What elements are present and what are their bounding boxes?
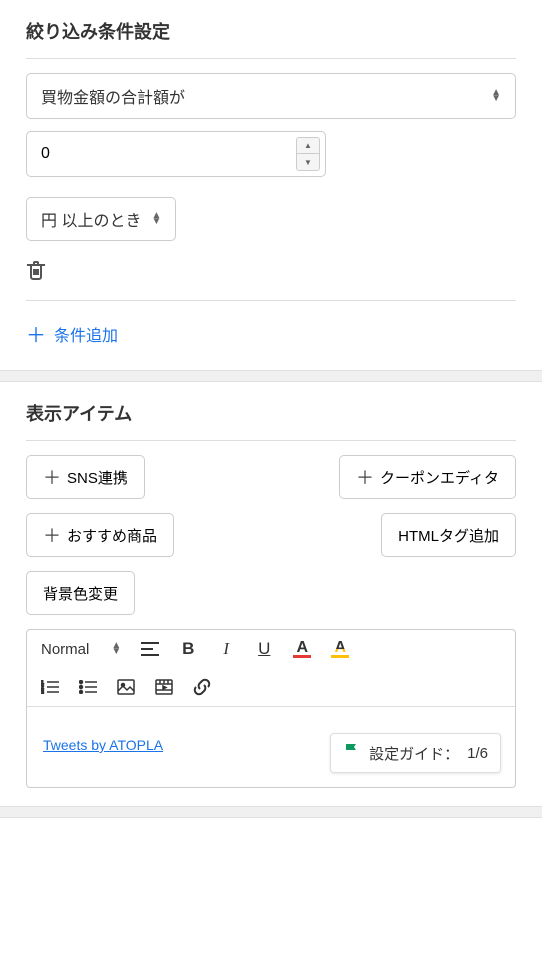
sns-button[interactable]: ＋ SNS連携	[26, 455, 145, 499]
amount-input-wrapper: ▲ ▼	[26, 131, 326, 177]
total-amount-select[interactable]: 買物金額の合計額が ▲▼	[26, 73, 516, 119]
divider	[26, 58, 516, 59]
delete-icon[interactable]	[26, 259, 516, 286]
display-title: 表示アイテム	[26, 400, 516, 426]
sort-icon: ▲▼	[491, 90, 501, 102]
bg-color-icon[interactable]: A	[331, 640, 349, 658]
format-label: Normal	[41, 641, 89, 658]
text-color-icon[interactable]: A	[293, 640, 311, 658]
display-section: 表示アイテム ＋ SNS連携 ＋ クーポンエディタ ＋ おすすめ商品 HTMLタ…	[0, 382, 542, 806]
format-select[interactable]: Normal ▲▼	[41, 641, 121, 658]
sns-label: SNS連携	[67, 467, 128, 488]
toolbar-row-2: 123	[41, 678, 501, 696]
guide-label: 設定ガイド：	[369, 743, 459, 764]
button-row-3: 背景色変更	[26, 571, 516, 615]
spinner-down[interactable]: ▼	[297, 154, 319, 170]
add-condition-label: 条件追加	[54, 322, 118, 346]
editor-container: Normal ▲▼ B I U A A 123	[26, 629, 516, 788]
html-tag-label: HTMLタグ追加	[398, 525, 499, 546]
sort-icon: ▲▼	[111, 643, 121, 655]
spinner-up[interactable]: ▲	[297, 138, 319, 154]
italic-icon[interactable]: I	[217, 640, 235, 658]
bullet-list-icon[interactable]	[79, 678, 97, 696]
video-icon[interactable]	[155, 678, 173, 696]
tweet-link[interactable]: Tweets by ATOPLA	[43, 737, 163, 753]
bg-color-label: 背景色変更	[43, 583, 118, 604]
section-gap-bottom	[0, 806, 542, 818]
svg-text:3: 3	[41, 690, 44, 694]
underline-icon[interactable]: U	[255, 640, 273, 658]
ordered-list-icon[interactable]: 123	[41, 678, 59, 696]
flag-icon	[343, 742, 361, 764]
sort-icon: ▲▼	[151, 213, 161, 225]
recommend-label: おすすめ商品	[67, 525, 157, 546]
guide-badge[interactable]: 設定ガイド： 1/6	[330, 733, 501, 773]
coupon-label: クーポンエディタ	[380, 467, 499, 488]
add-condition-button[interactable]: ＋ 条件追加	[26, 315, 516, 352]
button-row-2: ＋ おすすめ商品 HTMLタグ追加	[26, 513, 516, 557]
plus-icon: ＋	[356, 464, 374, 490]
plus-icon: ＋	[43, 464, 61, 490]
editor-toolbar: Normal ▲▼ B I U A A 123	[27, 630, 515, 707]
divider	[26, 440, 516, 441]
bold-icon[interactable]: B	[179, 640, 197, 658]
divider	[26, 300, 516, 301]
plus-icon: ＋	[26, 319, 46, 348]
number-spinner: ▲ ▼	[296, 137, 320, 171]
recommend-button[interactable]: ＋ おすすめ商品	[26, 513, 174, 557]
guide-progress: 1/6	[467, 745, 488, 762]
editor-content[interactable]: Tweets by ATOPLA 設定ガイド： 1/6	[27, 707, 515, 787]
link-icon[interactable]	[193, 678, 211, 696]
coupon-button[interactable]: ＋ クーポンエディタ	[339, 455, 516, 499]
plus-icon: ＋	[43, 522, 61, 548]
amount-input[interactable]	[26, 131, 326, 177]
currency-condition-select[interactable]: 円 以上のとき ▲▼	[26, 197, 176, 241]
currency-condition-label: 円 以上のとき	[41, 207, 141, 231]
bg-color-button[interactable]: 背景色変更	[26, 571, 135, 615]
html-tag-button[interactable]: HTMLタグ追加	[381, 513, 516, 557]
filter-title: 絞り込み条件設定	[26, 18, 516, 44]
align-icon[interactable]	[141, 640, 159, 658]
total-amount-label: 買物金額の合計額が	[41, 84, 185, 108]
button-row-1: ＋ SNS連携 ＋ クーポンエディタ	[26, 455, 516, 499]
image-icon[interactable]	[117, 678, 135, 696]
filter-section: 絞り込み条件設定 買物金額の合計額が ▲▼ ▲ ▼ 円 以上のとき ▲▼	[0, 0, 542, 370]
section-gap	[0, 370, 542, 382]
